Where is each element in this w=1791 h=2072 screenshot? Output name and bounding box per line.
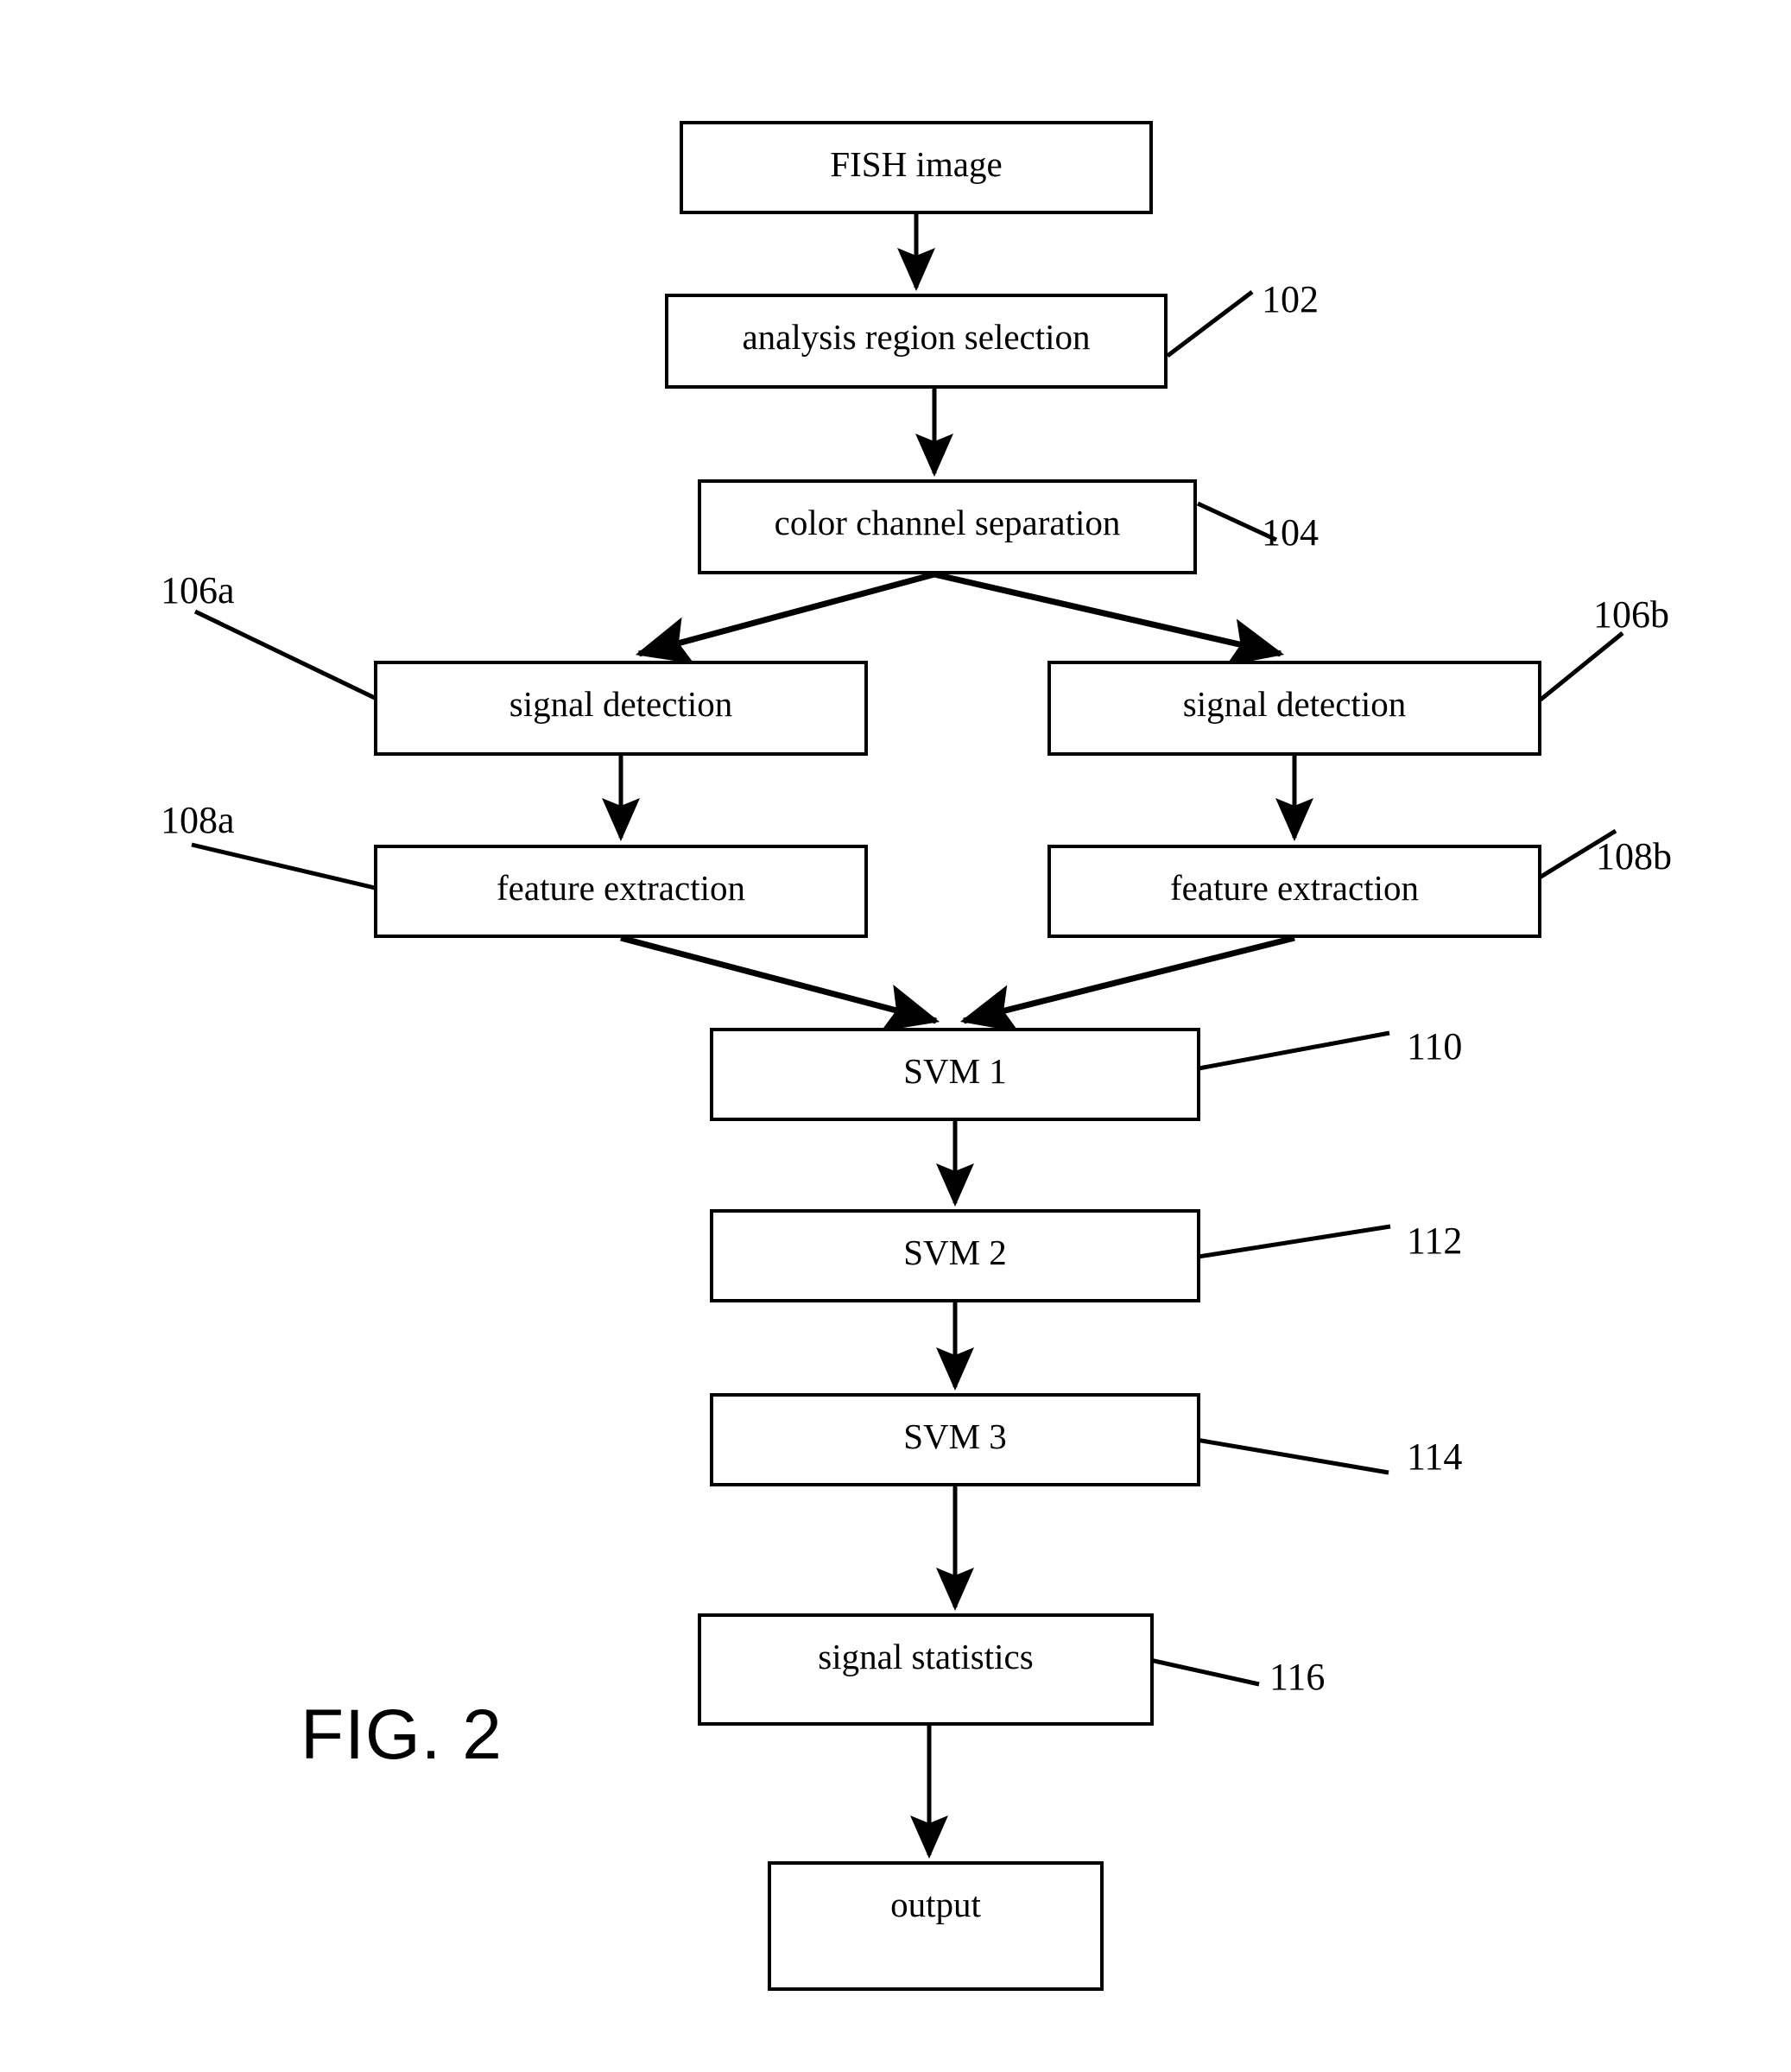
patent-figure: FISH image analysis region selection col… <box>0 0 1791 2072</box>
node-label: SVM 2 <box>903 1232 1007 1272</box>
node-label: signal detection <box>509 684 733 724</box>
node-svm-2[interactable]: SVM 2 <box>710 1209 1200 1302</box>
reference-numeral-110: 110 <box>1407 1025 1463 1068</box>
edge-color-to-detection-a <box>635 571 935 664</box>
figure-caption: FIG. 2 <box>301 1695 503 1774</box>
node-analysis-region-selection[interactable]: analysis region selection <box>665 294 1168 389</box>
node-svm-1[interactable]: SVM 1 <box>710 1028 1200 1121</box>
edge-feature-b-to-svm1 <box>959 935 1295 1032</box>
node-output[interactable]: output <box>768 1861 1104 1991</box>
node-label: signal statistics <box>818 1637 1034 1676</box>
leader-line-114 <box>1170 1433 1389 1475</box>
node-label: output <box>890 1885 981 1924</box>
node-feature-extraction-b[interactable]: feature extraction <box>1047 845 1541 938</box>
reference-numeral-102: 102 <box>1262 278 1319 320</box>
leader-line-110 <box>1170 1030 1390 1076</box>
reference-numeral-106b: 106b <box>1593 593 1669 636</box>
node-label: color channel separation <box>774 503 1121 542</box>
node-label: feature extraction <box>497 868 745 908</box>
leader-line-102 <box>1166 290 1254 358</box>
node-signal-statistics[interactable]: signal statistics <box>698 1613 1154 1726</box>
node-label: SVM 1 <box>903 1051 1007 1091</box>
node-svm-3[interactable]: SVM 3 <box>710 1393 1200 1486</box>
leader-line-112 <box>1170 1224 1391 1264</box>
leader-line-108a <box>191 842 405 897</box>
leader-line-106a <box>193 609 403 713</box>
edge-color-to-detection-b <box>933 571 1285 667</box>
reference-numeral-108b: 108b <box>1596 835 1672 878</box>
reference-numeral-116: 116 <box>1269 1656 1326 1698</box>
reference-numeral-104: 104 <box>1262 511 1319 554</box>
node-signal-detection-a[interactable]: signal detection <box>374 661 868 756</box>
leader-line-116 <box>1142 1656 1260 1687</box>
node-color-channel-separation[interactable]: color channel separation <box>698 479 1197 574</box>
reference-numeral-108a: 108a <box>161 799 235 841</box>
reference-numeral-112: 112 <box>1407 1220 1463 1262</box>
node-label: SVM 3 <box>903 1416 1007 1456</box>
edge-feature-a-to-svm1 <box>620 935 940 1032</box>
node-feature-extraction-a[interactable]: feature extraction <box>374 845 868 938</box>
node-label: feature extraction <box>1170 868 1419 908</box>
reference-numeral-106a: 106a <box>161 569 235 611</box>
node-label: signal detection <box>1182 684 1407 724</box>
node-label: analysis region selection <box>742 317 1091 357</box>
node-fish-image[interactable]: FISH image <box>680 121 1153 214</box>
node-signal-detection-b[interactable]: signal detection <box>1047 661 1541 756</box>
reference-numeral-114: 114 <box>1407 1435 1463 1478</box>
node-label: FISH image <box>830 144 1003 184</box>
